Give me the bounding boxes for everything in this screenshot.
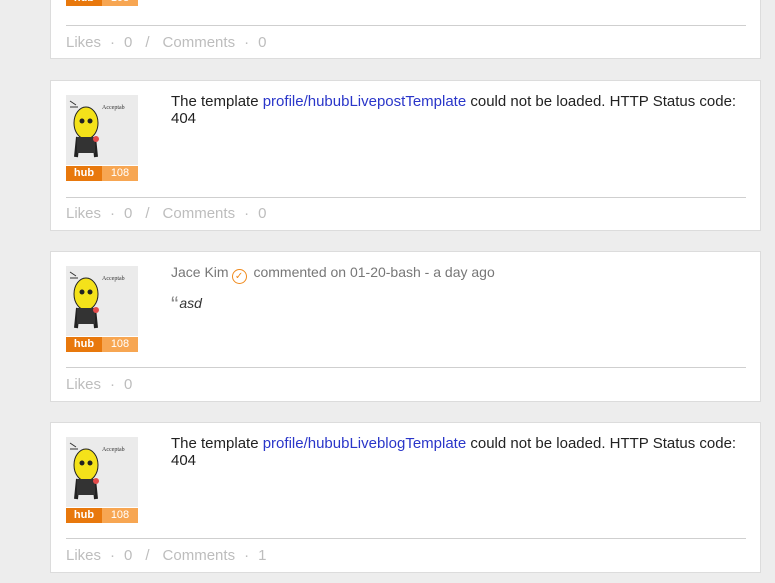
card-footer: Likes · 0 — [66, 376, 133, 393]
comments-link[interactable]: Comments — [163, 34, 236, 51]
likes-link[interactable]: Likes — [66, 376, 101, 393]
avatar[interactable]: Acceptab — [66, 266, 138, 336]
hub-count: 108 — [102, 337, 138, 352]
avatar-caption: Acceptab — [102, 105, 125, 111]
hub-label: hub — [66, 166, 102, 181]
comment-action: commented on 01-20-bash - a day ago — [249, 264, 495, 280]
card-footer: Likes · 0/Comments · 0 — [66, 205, 267, 222]
feed-card: Acceptab hub 108 The template profile/hu… — [50, 422, 761, 573]
likes-count: 0 — [124, 376, 133, 393]
card-footer: Likes · 0/Comments · 1 — [66, 547, 267, 564]
avatar-image: Acceptab — [66, 266, 138, 336]
comments-count: 1 — [258, 547, 267, 564]
comment-content: Jace Kim ✓ commented on 01-20-bash - a da… — [171, 264, 746, 316]
comment-text: asd — [179, 295, 202, 311]
comments-count: 0 — [258, 34, 267, 51]
hub-badge: hub 108 — [66, 0, 138, 6]
avatar[interactable]: Acceptab — [66, 95, 138, 165]
feed-card: Acceptab hub 108 The template profile/hu… — [50, 80, 761, 231]
post-content: The template profile/hububLivepostTempla… — [171, 93, 737, 127]
comments-count: 0 — [258, 205, 267, 222]
comment-meta: Jace Kim ✓ commented on 01-20-bash - a da… — [171, 264, 746, 284]
verified-icon: ✓ — [231, 269, 247, 284]
template-link[interactable]: profile/hububLivepostTemplate — [263, 93, 466, 110]
avatar-block[interactable]: Acceptab hub 108 — [66, 437, 138, 523]
feed-card: hub 108 Likes·0/Comments·0 — [50, 0, 761, 59]
hub-count: 108 — [102, 0, 138, 6]
likes-link[interactable]: Likes — [66, 205, 101, 222]
likes-link[interactable]: Likes — [66, 34, 101, 51]
comments-link[interactable]: Comments — [163, 205, 236, 222]
feed-card: Acceptab hub 108 Jace Kim ✓ commented on … — [50, 251, 761, 402]
hub-badge: hub 108 — [66, 337, 138, 352]
avatar-caption: Acceptab — [102, 276, 125, 282]
avatar-caption: Acceptab — [102, 447, 125, 453]
comment-quote: “asd — [171, 294, 746, 316]
template-link[interactable]: profile/hububLiveblogTemplate — [263, 435, 466, 452]
quote-icon: “ — [171, 292, 179, 317]
avatar[interactable]: Acceptab — [66, 437, 138, 507]
post-content: The template profile/hububLiveblogTempla… — [171, 435, 737, 469]
avatar-block[interactable]: Acceptab hub 108 — [66, 95, 138, 181]
comments-link[interactable]: Comments — [163, 547, 236, 564]
divider — [66, 367, 746, 368]
hub-count: 108 — [102, 508, 138, 523]
divider — [66, 197, 746, 198]
avatar-image: Acceptab — [66, 95, 138, 165]
hub-label: hub — [66, 337, 102, 352]
divider — [66, 25, 746, 26]
card-footer: Likes · 0/Comments · 0 — [66, 34, 267, 51]
avatar-image: Acceptab — [66, 437, 138, 507]
hub-label: hub — [66, 508, 102, 523]
hub-badge: hub 108 — [66, 508, 138, 523]
hub-label: hub — [66, 0, 102, 6]
divider — [66, 538, 746, 539]
hub-count: 108 — [102, 166, 138, 181]
avatar-block[interactable]: Acceptab hub 108 — [66, 266, 138, 352]
hub-badge: hub 108 — [66, 166, 138, 181]
author-link[interactable]: Jace Kim — [171, 264, 229, 280]
likes-link[interactable]: Likes — [66, 547, 101, 564]
